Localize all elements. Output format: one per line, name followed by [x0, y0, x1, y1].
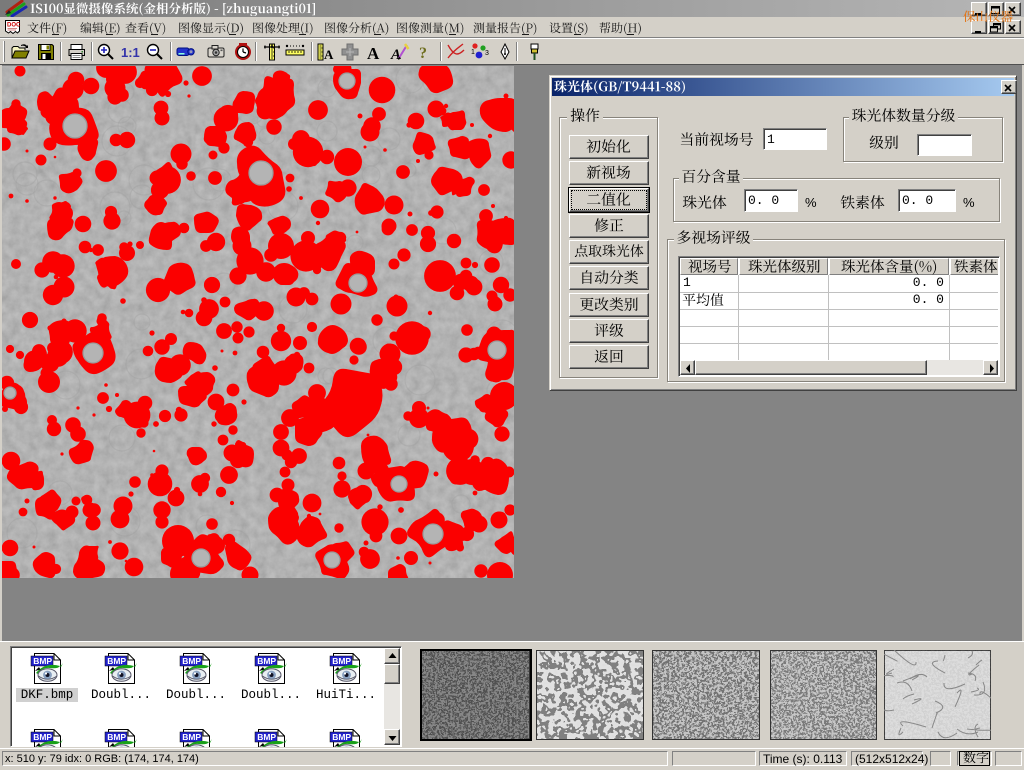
- svg-text:DOC: DOC: [7, 23, 21, 29]
- svg-text:BMP: BMP: [33, 732, 52, 742]
- svg-text:A: A: [367, 44, 380, 62]
- svg-text:BMP: BMP: [257, 732, 276, 742]
- svg-text:A: A: [390, 47, 401, 62]
- svg-text:BMP: BMP: [107, 656, 126, 666]
- svg-text:BMP: BMP: [332, 656, 351, 666]
- svg-text:BMP: BMP: [182, 732, 201, 742]
- svg-text:BMP: BMP: [33, 656, 52, 666]
- svg-text:BMP: BMP: [332, 732, 351, 742]
- svg-text:A: A: [324, 47, 334, 62]
- svg-text:1:1: 1:1: [121, 45, 140, 60]
- svg-text:?: ?: [419, 45, 427, 62]
- svg-text:1: 1: [471, 49, 475, 56]
- svg-text:BMP: BMP: [257, 656, 276, 666]
- svg-text:3: 3: [485, 50, 489, 57]
- svg-text:BMP: BMP: [182, 656, 201, 666]
- svg-text:BMP: BMP: [107, 732, 126, 742]
